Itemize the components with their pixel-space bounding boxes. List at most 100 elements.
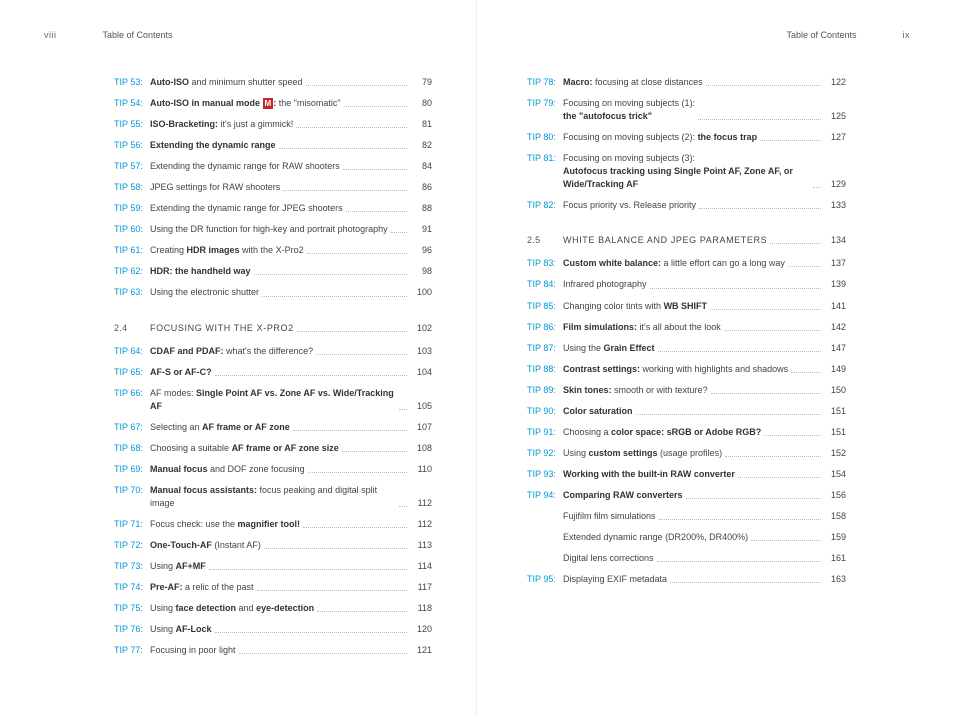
toc-entry: TIP 54:Auto-ISO in manual mode M: the "m… [114,97,432,110]
toc-entry-text: Focusing on moving subjects (3):Autofocu… [563,152,810,191]
toc-entry-body: Contrast settings: working with highligh… [563,363,846,376]
toc-entry: TIP 77:Focusing in poor light121 [114,644,432,657]
toc-page-number: 91 [410,223,432,236]
toc-entry-body: Infrared photography139 [563,278,846,291]
toc-entry: TIP 70:Manual focus assistants: focus pe… [114,484,432,510]
toc-entry-text: Selecting an AF frame or AF zone [150,421,290,434]
toc-entry-body: HDR: the handheld way98 [150,265,432,278]
section-number: 2.5 [527,234,563,247]
toc-entry-body: Choosing a color space: sRGB or Adobe RG… [563,426,846,439]
right-header: Table of Contents ix [521,30,910,40]
toc-page-number: 151 [824,426,846,439]
toc-entry-text: Displaying EXIF metadata [563,573,667,586]
toc-entry-text: Pre-AF: a relic of the past [150,581,254,594]
toc-entry-body: Auto-ISO and minimum shutter speed79 [150,76,432,89]
toc-entry-text: Extending the dynamic range for RAW shoo… [150,160,340,173]
tip-label: TIP 76: [114,623,150,636]
tip-label: TIP 88: [527,363,563,376]
toc-entry: TIP 53:Auto-ISO and minimum shutter spee… [114,76,432,89]
toc-entry: TIP 69:Manual focus and DOF zone focusin… [114,463,432,476]
toc-entry: TIP 88:Contrast settings: working with h… [527,363,846,376]
toc-entry: TIP 76:Using AF-Lock120 [114,623,432,636]
toc-page-number: 120 [410,623,432,636]
tip-label: TIP 86: [527,321,563,334]
tip-label: TIP 90: [527,405,563,418]
toc-entry-text: Creating HDR images with the X-Pro2 [150,244,304,257]
toc-page-number: 96 [410,244,432,257]
toc-page-number: 156 [824,489,846,502]
toc-entry: TIP 60:Using the DR function for high-ke… [114,223,432,236]
toc-entry-body: Fujifilm film simulations158 [563,510,846,523]
toc-entry: TIP 81:Focusing on moving subjects (3):A… [527,152,846,191]
toc-entry-text: Using AF+MF [150,560,206,573]
toc-entry-body: Manual focus and DOF zone focusing110 [150,463,432,476]
leader-dots [303,526,407,528]
toc-entry: TIP 56:Extending the dynamic range82 [114,139,432,152]
toc-entry-body: Focusing on moving subjects (1):the "aut… [563,97,846,123]
toc-entry: TIP 79:Focusing on moving subjects (1):t… [527,97,846,123]
toc-entry: TIP 74:Pre-AF: a relic of the past117 [114,581,432,594]
section-title: FOCUSING WITH THE X-PRO2 [150,322,294,335]
leader-dots [293,429,407,431]
toc-entry-body: Using custom settings (usage profiles)15… [563,447,846,460]
toc-page-number: 137 [824,257,846,270]
tip-label: TIP 65: [114,366,150,379]
leader-dots [262,295,407,297]
leader-dots [343,168,407,170]
leader-dots [308,471,407,473]
toc-entry-text: Focus check: use the magnifier tool! [150,518,300,531]
toc-page-number: 104 [410,366,432,379]
toc-entry: TIP 66:AF modes: Single Point AF vs. Zon… [114,387,432,413]
leader-dots [711,392,821,394]
toc-entry-body: Manual focus assistants: focus peaking a… [150,484,432,510]
left-header-title: Table of Contents [103,30,173,40]
toc-entry-text: AF modes: Single Point AF vs. Zone AF vs… [150,387,396,413]
tip-label: TIP 92: [527,447,563,460]
toc-page-number: 118 [410,602,432,615]
toc-entry-body: Selecting an AF frame or AF zone107 [150,421,432,434]
toc-entry: TIP 90:Color saturation151 [527,405,846,418]
toc-entry: TIP 72:One-Touch-AF (Instant AF)113 [114,539,432,552]
toc-entry-body: Focus priority vs. Release priority133 [563,199,846,212]
toc-entry-body: Focus check: use the magnifier tool! 112 [150,518,432,531]
toc-entry: TIP 85:Changing color tints with WB SHIF… [527,300,846,313]
toc-entry: TIP 75:Using face detection and eye-dete… [114,602,432,615]
toc-entry-body: Working with the built-in RAW converter1… [563,468,846,481]
toc-entry-body: Displaying EXIF metadata163 [563,573,846,586]
toc-entry: TIP 84:Infrared photography139 [527,278,846,291]
leader-dots [254,273,407,275]
tip-label: TIP 93: [527,468,563,481]
tip-label: TIP 77: [114,644,150,657]
leader-dots [738,476,821,478]
leader-dots [751,539,821,541]
toc-entry-text: Comparing RAW converters [563,489,683,502]
toc-entry-body: One-Touch-AF (Instant AF)113 [150,539,432,552]
toc-page-number: 114 [410,560,432,573]
toc-entry: TIP 58:JPEG settings for RAW shooters86 [114,181,432,194]
toc-entry: TIP 92:Using custom settings (usage prof… [527,447,846,460]
toc-entry: TIP 93:Working with the built-in RAW con… [527,468,846,481]
page-spread: viii Table of Contents TIP 53:Auto-ISO a… [0,0,954,716]
leader-dots [670,581,821,583]
tip-label: TIP 78: [527,76,563,89]
tip-label: TIP 59: [114,202,150,215]
toc-entry-body: Using AF-Lock120 [150,623,432,636]
toc-entry: TIP 83:Custom white balance: a little ef… [527,257,846,270]
toc-page-number: 149 [824,363,846,376]
leader-dots [279,147,407,149]
tip-label: TIP 62: [114,265,150,278]
toc-entry-body: FOCUSING WITH THE X-PRO2102 [150,322,432,335]
leader-dots [764,434,821,436]
toc-entry-body: AF-S or AF-C?104 [150,366,432,379]
toc-entry: TIP 68:Choosing a suitable AF frame or A… [114,442,432,455]
toc-entry-text: Custom white balance: a little effort ca… [563,257,785,270]
left-toc-list: TIP 53:Auto-ISO and minimum shutter spee… [114,76,432,657]
toc-entry-body: Focusing on moving subjects (3):Autofocu… [563,152,846,191]
toc-page-number: 79 [410,76,432,89]
toc-entry: Extended dynamic range (DR200%, DR400%)1… [527,531,846,544]
tip-label: TIP 69: [114,463,150,476]
toc-entry-text: Choosing a suitable AF frame or AF zone … [150,442,339,455]
leader-dots [725,455,821,457]
toc-entry: TIP 89:Skin tones: smooth or with textur… [527,384,846,397]
toc-page-number: 112 [410,518,432,531]
